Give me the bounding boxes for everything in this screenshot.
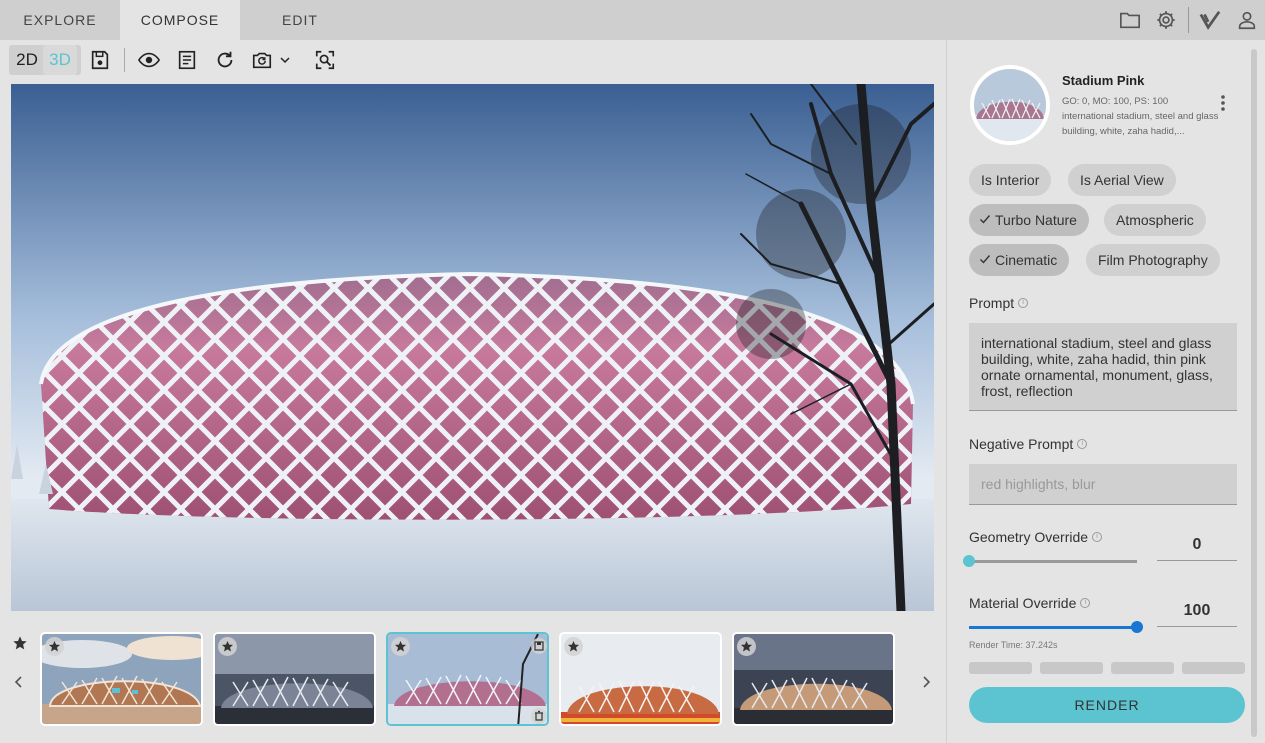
material-slider-thumb[interactable]: [1131, 621, 1143, 633]
chip-label: Is Interior: [981, 172, 1040, 188]
favorites-star-icon[interactable]: [12, 635, 28, 651]
geometry-override-value[interactable]: 0: [1157, 529, 1237, 561]
chip-turbo-nature[interactable]: Turbo Nature: [969, 204, 1089, 236]
chip-film-photography[interactable]: Film Photography: [1086, 244, 1220, 276]
material-slider-fill: [969, 626, 1137, 629]
gear-icon[interactable]: [1155, 9, 1177, 31]
collapsed-control-4[interactable]: [1182, 662, 1245, 674]
project-description: international stadium, steel and glass b…: [1062, 111, 1219, 137]
negative-prompt-label: Negative Prompt i: [969, 436, 1088, 452]
prompt-label: Prompt i: [969, 295, 1029, 311]
project-avatar-image: [974, 69, 1046, 141]
thumbnail-image: [215, 634, 374, 724]
project-title: Stadium Pink: [1062, 73, 1145, 88]
geometry-slider-thumb[interactable]: [963, 555, 975, 567]
settings-panel: Stadium Pink GO: 0, MO: 100, PS: 100 int…: [946, 40, 1265, 743]
material-override-slider[interactable]: [969, 621, 1143, 633]
collapsed-control-3[interactable]: [1111, 662, 1174, 674]
mode-toggle[interactable]: 2D 3D: [9, 45, 81, 75]
render-time: Render Time: 37.242s: [969, 640, 1058, 650]
project-avatar: [970, 65, 1050, 145]
thumbnail-1[interactable]: [40, 632, 203, 726]
material-override-label: Material Override i: [969, 595, 1091, 611]
tab-explore[interactable]: EXPLORE: [0, 0, 120, 40]
save-icon[interactable]: [89, 49, 111, 71]
camera-rotate-icon[interactable]: [251, 49, 273, 71]
geometry-override-slider[interactable]: [963, 555, 1137, 567]
mode-2d-button[interactable]: 2D: [9, 45, 45, 75]
info-icon[interactable]: i: [1077, 439, 1088, 449]
top-bar: EXPLORE COMPOSE EDIT: [0, 0, 1265, 40]
header-divider: [1188, 7, 1189, 33]
panel-scrollbar[interactable]: [1251, 49, 1257, 737]
chevron-down-icon[interactable]: [279, 54, 291, 66]
chip-is-interior[interactable]: Is Interior: [969, 164, 1052, 196]
eye-icon[interactable]: [138, 49, 160, 71]
thumbnail-image: [734, 634, 893, 724]
geometry-override-label: Geometry Override i: [969, 529, 1103, 545]
thumbnail-strip: [0, 625, 945, 735]
mode-3d-button[interactable]: 3D: [43, 45, 77, 75]
check-logo-icon[interactable]: [1199, 9, 1221, 31]
check-icon: [980, 255, 991, 264]
project-meta: GO: 0, MO: 100, PS: 100 international st…: [1062, 94, 1222, 139]
chip-is-aerial-view[interactable]: Is Aerial View: [1068, 164, 1176, 196]
thumbnail-image: [561, 634, 720, 724]
toolbar-divider: [124, 48, 125, 72]
collapsed-control-2[interactable]: [1040, 662, 1103, 674]
stadium-render: [11, 84, 934, 611]
thumbnail-star-icon[interactable]: [45, 637, 64, 656]
delete-icon[interactable]: [531, 708, 547, 724]
document-icon[interactable]: [176, 49, 198, 71]
folder-icon[interactable]: [1119, 9, 1141, 31]
chevron-left-icon[interactable]: [12, 675, 26, 689]
toolbar: 2D 3D: [0, 40, 945, 80]
negative-prompt-input[interactable]: red highlights, blur: [969, 464, 1237, 505]
tab-compose[interactable]: COMPOSE: [120, 0, 240, 40]
project-params: GO: 0, MO: 100, PS: 100: [1062, 96, 1169, 107]
thumbnail-star-icon[interactable]: [737, 637, 756, 656]
geometry-override-label-text: Geometry Override: [969, 529, 1089, 545]
main-render-image[interactable]: [11, 84, 934, 611]
thumbnail-image: [388, 634, 547, 724]
chip-label: Turbo Nature: [995, 212, 1077, 228]
thumbnail-5[interactable]: [732, 632, 895, 726]
prompt-label-text: Prompt: [969, 295, 1015, 311]
thumbnail-star-icon[interactable]: [564, 637, 583, 656]
zoom-scan-icon[interactable]: [314, 49, 336, 71]
thumbnail-star-icon[interactable]: [391, 637, 410, 656]
chip-cinematic[interactable]: Cinematic: [969, 244, 1070, 276]
chevron-right-icon[interactable]: [919, 675, 933, 689]
user-icon[interactable]: [1236, 9, 1258, 31]
chip-atmospheric[interactable]: Atmospheric: [1104, 204, 1206, 236]
chip-label: Cinematic: [995, 252, 1058, 268]
thumbnail-2[interactable]: [213, 632, 376, 726]
negative-prompt-label-text: Negative Prompt: [969, 436, 1074, 452]
material-override-value[interactable]: 100: [1157, 595, 1237, 627]
chip-label: Film Photography: [1098, 252, 1208, 268]
render-button[interactable]: RENDER: [969, 687, 1245, 723]
thumbnail-4[interactable]: [559, 632, 722, 726]
info-icon[interactable]: i: [1092, 532, 1103, 542]
save-to-project-icon[interactable]: [531, 638, 547, 654]
refresh-icon[interactable]: [214, 49, 236, 71]
material-override-label-text: Material Override: [969, 595, 1077, 611]
info-icon[interactable]: i: [1018, 298, 1029, 308]
thumbnail-star-icon[interactable]: [218, 637, 237, 656]
chip-label: Atmospheric: [1116, 212, 1194, 228]
check-icon: [980, 215, 991, 224]
prompt-input[interactable]: international stadium, steel and glass b…: [969, 323, 1237, 411]
info-icon[interactable]: i: [1080, 598, 1091, 608]
thumbnail-image: [42, 634, 201, 724]
tab-edit[interactable]: EDIT: [240, 0, 360, 40]
thumbnail-3-selected[interactable]: [386, 632, 549, 726]
chip-label: Is Aerial View: [1080, 172, 1164, 188]
more-options-icon[interactable]: [1218, 93, 1228, 113]
collapsed-control-1[interactable]: [969, 662, 1032, 674]
